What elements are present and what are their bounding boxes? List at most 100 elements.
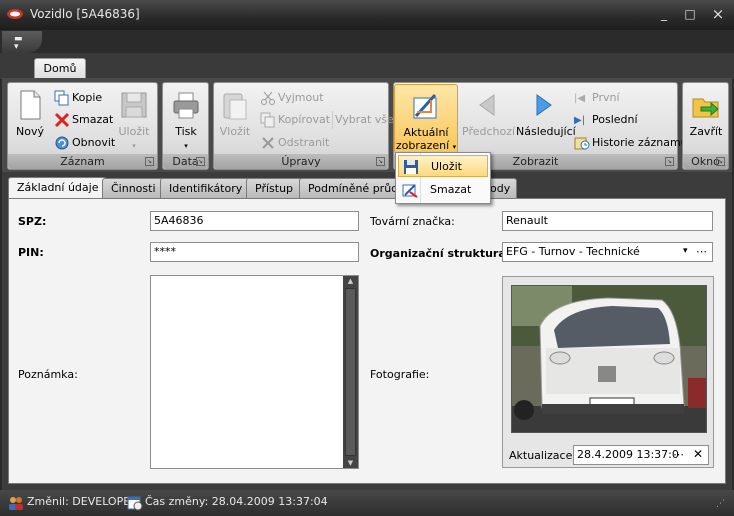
tab-domu[interactable]: Domů: [34, 58, 86, 80]
zavrit-button[interactable]: Zavřít: [687, 89, 725, 138]
calendar-clock-icon: [127, 496, 143, 511]
scroll-thumb[interactable]: [345, 288, 356, 456]
save-view-icon: [404, 160, 418, 174]
vlozit-button[interactable]: Vložit: [218, 89, 252, 138]
org-value: EFG - Turnov - Technické: [506, 245, 640, 258]
close-window-button[interactable]: ×: [710, 6, 726, 22]
arrow-right-icon: [536, 94, 552, 116]
menu-item-smazat[interactable]: Smazat: [398, 179, 488, 201]
aktualizace-input[interactable]: 28.4.2009 13:37:0: [573, 445, 709, 465]
printer-icon: [173, 92, 199, 119]
org-label: Organizační struktura:: [370, 247, 511, 260]
aktualni-zobrazeni-menu: Uložit Smazat: [395, 152, 491, 204]
ellipsis-icon[interactable]: ⋯: [696, 245, 707, 258]
menu-item-ulozit[interactable]: Uložit: [398, 155, 488, 177]
maximize-button[interactable]: □: [682, 6, 698, 22]
spz-input[interactable]: 5A46836: [150, 211, 359, 231]
dialog-launcher-icon[interactable]: ↘: [716, 157, 725, 166]
aktualni-zobrazeni-button[interactable]: Aktuální zobrazení ▾: [394, 84, 458, 154]
prvni-button[interactable]: |◀ První: [574, 89, 620, 107]
vyjmout-button[interactable]: Vyjmout: [260, 89, 324, 107]
save-disk-icon: [121, 92, 147, 118]
dialog-launcher-icon[interactable]: ↘: [145, 157, 154, 166]
poznamka-textarea[interactable]: ▲ ▼: [150, 275, 359, 469]
changed-by-text: Změnil: DEVELOPER: [27, 495, 138, 508]
refresh-icon: [55, 136, 69, 150]
delete-x-icon: [54, 112, 70, 128]
tab-cinnosti[interactable]: Činnosti: [102, 178, 165, 199]
group-label-zaznam: Záznam: [8, 154, 157, 169]
ribbon-tab-bar: Domů: [0, 53, 734, 80]
odstranit-button[interactable]: Odstranit: [260, 134, 329, 152]
paste-icon: [223, 93, 247, 120]
fotografie-label: Fotografie:: [370, 368, 430, 381]
close-folder-arrow-icon: [692, 98, 719, 118]
dialog-launcher-icon[interactable]: ↘: [196, 157, 205, 166]
ulozit-button[interactable]: Uložit ▾: [116, 89, 152, 153]
ellipsis-icon[interactable]: ⋯: [673, 448, 684, 461]
pin-label: PIN:: [18, 246, 44, 259]
group-data: Tisk ▾ Data ↘: [162, 82, 209, 170]
photo-frame: Aktualizace: 28.4.2009 13:37:0 ⋯ ✕: [502, 276, 714, 468]
nasledujici-button[interactable]: Následující: [516, 89, 576, 138]
chevron-down-icon: ▾: [452, 143, 457, 151]
vehicle-image-icon: [512, 286, 706, 432]
vehicle-photo[interactable]: [511, 285, 707, 433]
new-document-icon: [20, 90, 41, 120]
chevron-down-icon[interactable]: ▾: [683, 246, 688, 256]
group-upravy: Vložit Vyjmout Kopírovat Odstranit Vybra…: [213, 82, 394, 170]
znacka-input[interactable]: Renault: [502, 211, 713, 231]
copy-icon: [54, 90, 69, 106]
app-logo-icon: [7, 9, 23, 19]
aktualizace-label: Aktualizace:: [509, 449, 577, 462]
window-title: Vozidlo [5A46836]: [30, 7, 140, 21]
history-clock-icon: [574, 137, 590, 150]
obnovit-button[interactable]: Obnovit: [54, 134, 115, 152]
predchozi-button[interactable]: Předchozí: [462, 89, 515, 138]
org-combobox[interactable]: EFG - Turnov - Technické: [502, 242, 713, 262]
chevron-down-icon: ▾: [132, 142, 136, 150]
resize-grip-icon[interactable]: ⋰: [716, 499, 725, 509]
quick-access-toolbar[interactable]: ▬ ▾: [2, 31, 42, 53]
changed-time-text: Čas změny: 28.04.2009 13:37:04: [145, 495, 328, 508]
clear-x-icon[interactable]: ✕: [693, 447, 703, 461]
scroll-down-icon[interactable]: ▼: [346, 459, 355, 467]
dialog-launcher-icon[interactable]: ↘: [376, 157, 385, 166]
scissors-icon: [261, 91, 275, 105]
group-zaznam: Nový Kopie Smazat Obnovit Uložit ▾ Záznam…: [7, 82, 158, 170]
kopirovat-button[interactable]: Kopírovat: [260, 111, 330, 129]
first-record-icon: |◀: [574, 93, 586, 104]
scroll-up-icon[interactable]: ▲: [346, 277, 355, 285]
kopie-button[interactable]: Kopie: [54, 89, 102, 107]
arrow-left-icon: [479, 94, 495, 116]
group-label-upravy: Úpravy: [214, 154, 388, 169]
delete-view-icon: [402, 184, 418, 198]
smazat-button[interactable]: Smazat: [54, 111, 113, 129]
tisk-button[interactable]: Tisk ▾: [167, 89, 205, 153]
dialog-launcher-icon[interactable]: ↘: [665, 157, 674, 166]
title-bar: Vozidlo [5A46836] _ □ ×: [0, 0, 734, 30]
group-okno: Zavřít Okno ↘: [682, 82, 729, 170]
users-icon: [9, 497, 23, 510]
novy-button[interactable]: Nový: [12, 89, 48, 138]
tab-identifikatory[interactable]: Identifikátory: [160, 178, 252, 199]
scrollbar[interactable]: ▲ ▼: [343, 276, 358, 468]
tab-pristup[interactable]: Přístup: [246, 178, 303, 199]
vybrat-vse-button[interactable]: Vybrat vše: [332, 111, 394, 129]
pin-input[interactable]: ****: [150, 242, 359, 262]
status-bar: Změnil: DEVELOPER Čas změny: 28.04.2009 …: [0, 490, 734, 516]
poznamka-label: Poznámka:: [18, 368, 78, 381]
minimize-button[interactable]: _: [656, 6, 672, 22]
historie-zaznamu-button[interactable]: Historie záznamu: [574, 134, 688, 152]
ribbon: Nový Kopie Smazat Obnovit Uložit ▾ Záznam…: [2, 78, 732, 172]
last-record-icon: ▶|: [574, 115, 586, 126]
chevron-down-icon: ▬ ▾: [14, 34, 23, 52]
copy-icon: [260, 112, 275, 128]
posledni-button[interactable]: ▶| Poslední: [574, 111, 638, 129]
tab-zakladni-udaje[interactable]: Základní údaje: [8, 177, 108, 199]
znacka-label: Tovární značka:: [370, 215, 455, 228]
chevron-down-icon: ▾: [184, 142, 188, 150]
spz-label: SPZ:: [18, 215, 47, 228]
delete-x-icon: [262, 137, 274, 149]
view-ruler-icon: [413, 93, 437, 119]
